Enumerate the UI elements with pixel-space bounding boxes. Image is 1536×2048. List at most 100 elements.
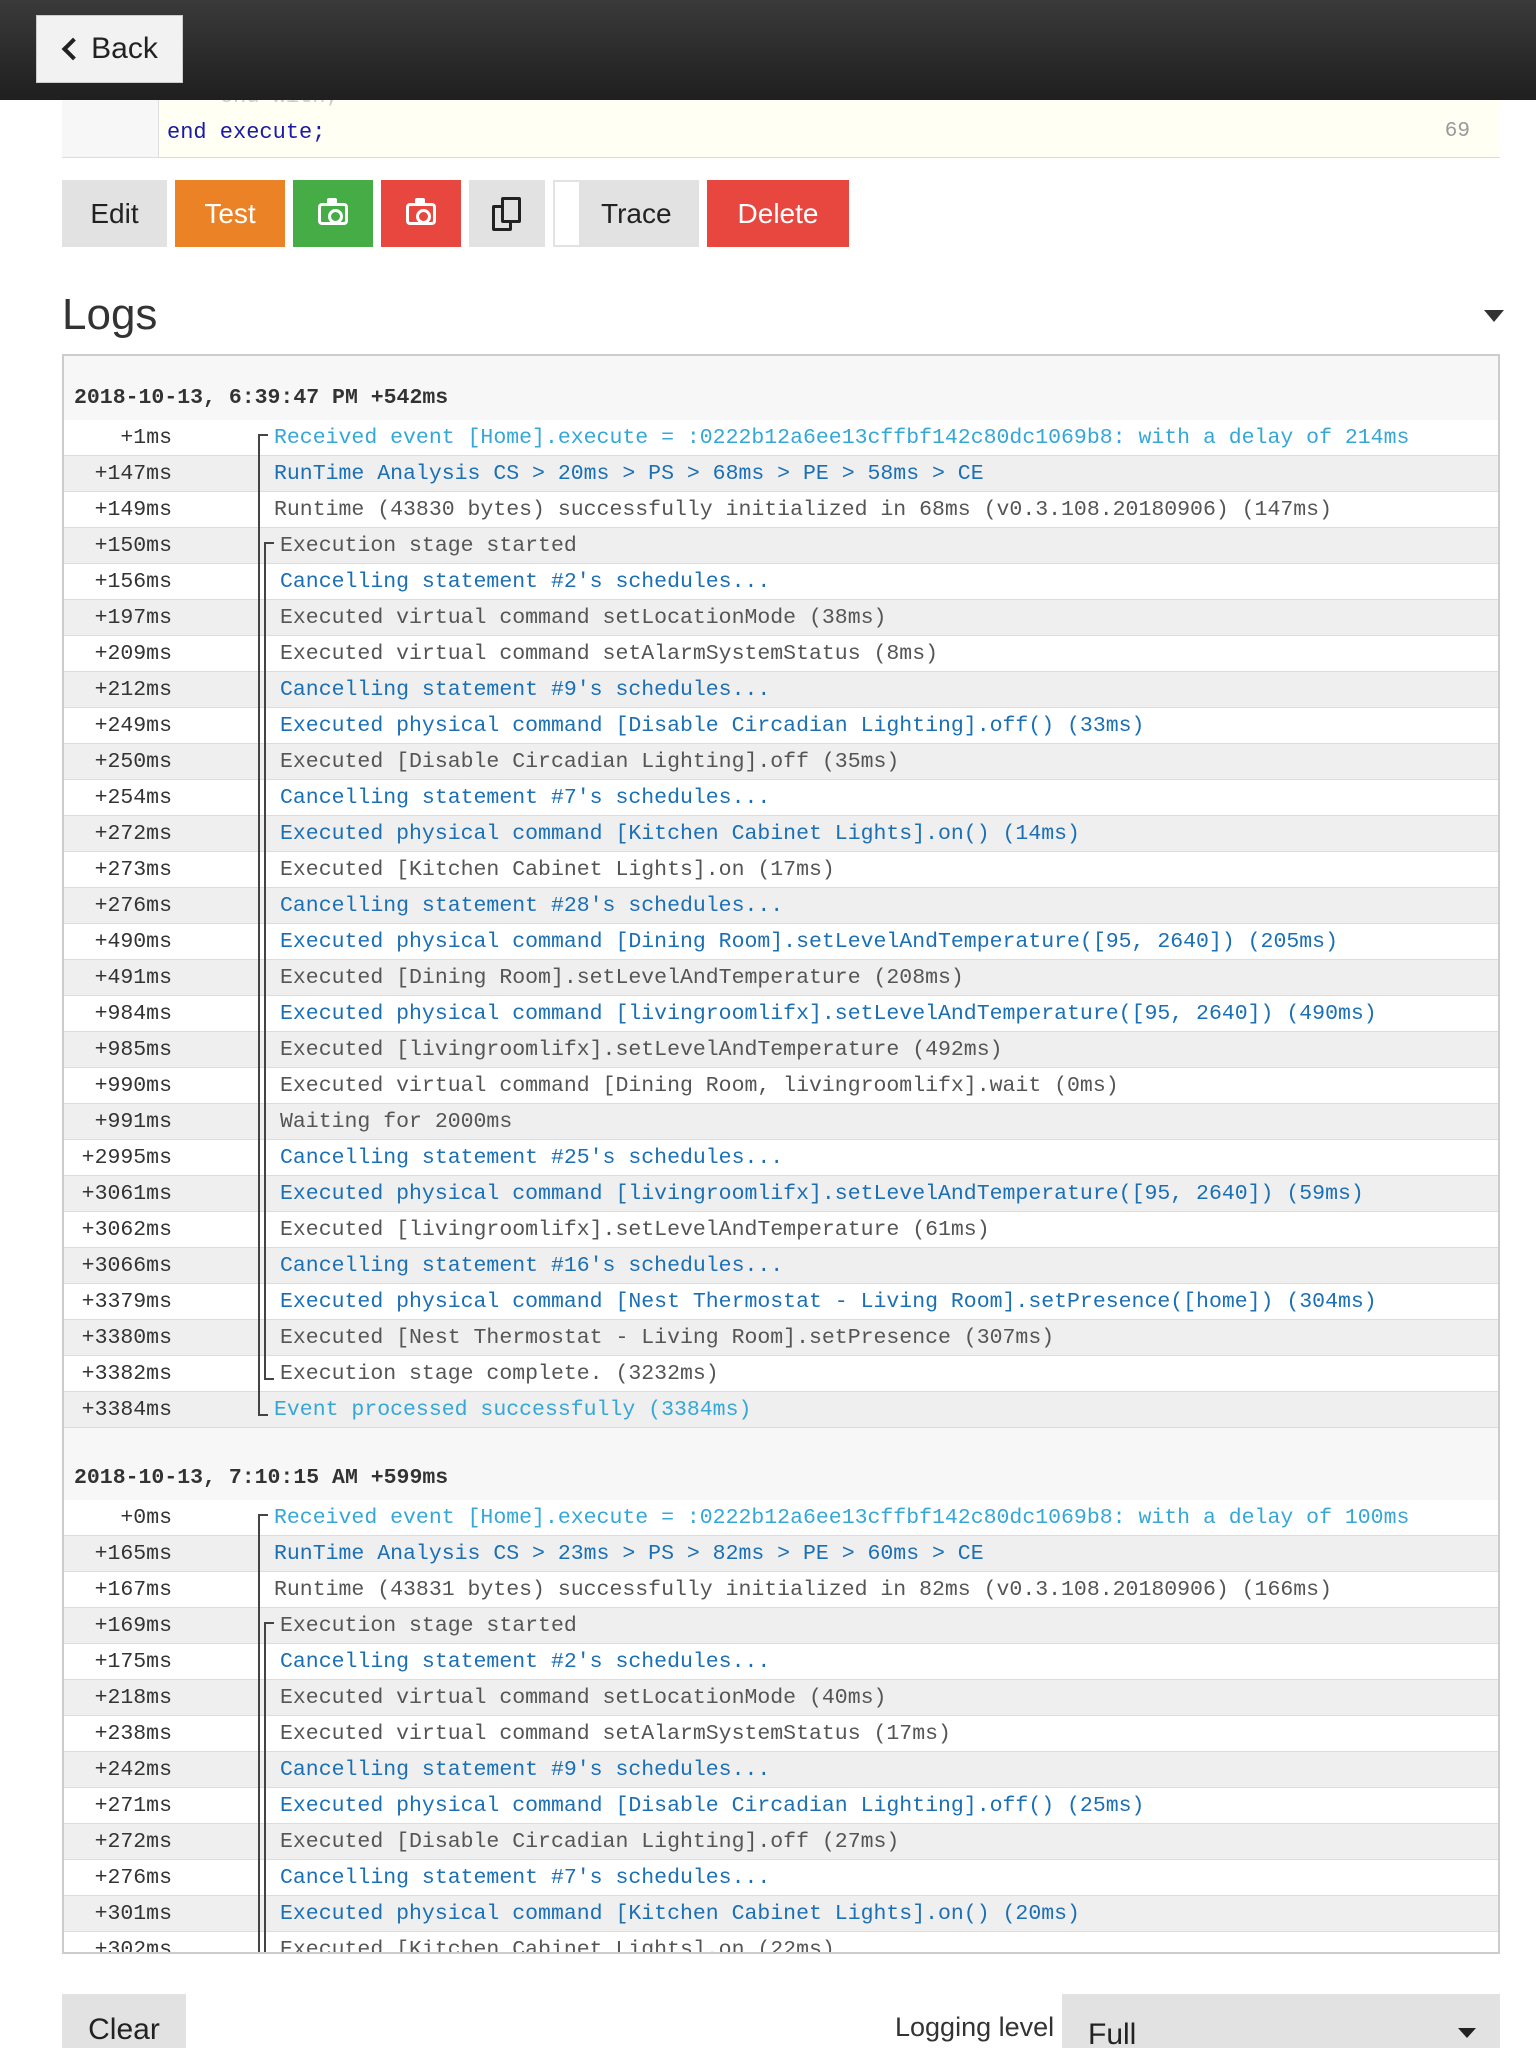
log-message: Cancelling statement #2's schedules... (280, 1650, 771, 1674)
edit-button[interactable]: Edit (62, 180, 167, 247)
log-entry: +984ms Executed physical command [livingr… (64, 996, 1498, 1032)
log-entry: +150ms Execution stage started (64, 528, 1498, 564)
log-timestamp: +238ms (94, 1722, 172, 1746)
code-line: end execute; (167, 120, 326, 145)
log-timestamp: +3379ms (81, 1290, 172, 1314)
log-message: Executed virtual command setLocationMode… (280, 1686, 887, 1710)
logging-level-label: Logging level (895, 2012, 1055, 2042)
camera-icon (318, 197, 348, 225)
log-timestamp: +273ms (94, 858, 172, 882)
log-message: Executed [Disable Circadian Lighting].of… (280, 1830, 900, 1854)
trace-button-label: Trace (601, 197, 672, 229)
log-entry: +3066ms Cancelling statement #16's schedu… (64, 1248, 1498, 1284)
chevron-down-icon (1458, 2028, 1476, 2038)
log-entry: +254ms Cancelling statement #7's schedule… (64, 780, 1498, 816)
code-editor[interactable]: 68 end with; 69 end execute; (62, 100, 1500, 158)
log-entry: +990ms Executed virtual command [Dining R… (64, 1068, 1498, 1104)
log-panel[interactable]: 2018-10-13, 6:39:47 PM +542ms +1ms Receive… (62, 354, 1500, 1954)
log-entry: +991ms Waiting for 2000ms (64, 1104, 1498, 1140)
log-timestamp: +1ms (120, 426, 172, 450)
log-timestamp: +3380ms (81, 1326, 172, 1350)
snapshot-red-button[interactable] (381, 180, 461, 247)
log-entry: +3380ms Executed [Nest Thermostat - Livin… (64, 1320, 1498, 1356)
log-timestamp: +991ms (94, 1110, 172, 1134)
snapshot-green-button[interactable] (293, 180, 373, 247)
duplicate-button[interactable] (469, 180, 545, 247)
log-message: Executed physical command [Kitchen Cabin… (280, 822, 1080, 846)
log-message: Executed [livingroomlifx].setLevelAndTem… (280, 1038, 1003, 1062)
log-message: Cancelling statement #16's schedules... (280, 1254, 784, 1278)
log-message: Cancelling statement #25's schedules... (280, 1146, 784, 1170)
log-timestamp: +985ms (94, 1038, 172, 1062)
log-message: RunTime Analysis CS > 23ms > PS > 82ms >… (274, 1542, 984, 1566)
log-timestamp: +175ms (94, 1650, 172, 1674)
log-message: Executed [Kitchen Cabinet Lights].on (22… (280, 1938, 835, 1954)
log-message: Waiting for 2000ms (280, 1110, 513, 1134)
log-message: Execution stage complete. (3232ms) (280, 1362, 719, 1386)
logging-level-select[interactable]: Full (1062, 1994, 1500, 2048)
logs-collapse-caret-icon[interactable] (1484, 310, 1504, 322)
log-message: Cancelling statement #7's schedules... (280, 1866, 771, 1890)
log-message: Executed [livingroomlifx].setLevelAndTem… (280, 1218, 990, 1242)
chevron-left-icon (61, 37, 85, 61)
log-timestamp: +150ms (94, 534, 172, 558)
test-button[interactable]: Test (175, 180, 285, 247)
log-timestamp: +3062ms (81, 1218, 172, 1242)
log-message: Executed physical command [Kitchen Cabin… (280, 1902, 1080, 1926)
log-timestamp: +276ms (94, 1866, 172, 1890)
log-message: Cancelling statement #28's schedules... (280, 894, 784, 918)
log-message: Executed [Kitchen Cabinet Lights].on (17… (280, 858, 835, 882)
log-entry: +249ms Executed physical command [Disable… (64, 708, 1498, 744)
log-timestamp: +149ms (94, 498, 172, 522)
log-entry: +175ms Cancelling statement #2's schedule… (64, 1644, 1498, 1680)
delete-button[interactable]: Delete (707, 180, 849, 247)
log-message: Received event [Home].execute = :0222b12… (274, 1506, 1410, 1530)
line-number: 68 (1445, 100, 1470, 107)
log-message: Executed virtual command setLocationMode… (280, 606, 887, 630)
log-message: Execution stage started (280, 534, 577, 558)
top-bar: Back (0, 0, 1536, 100)
log-entry: +3379ms Executed physical command [Nest T… (64, 1284, 1498, 1320)
log-timestamp: +0ms (120, 1506, 172, 1530)
log-entry: +0ms Received event [Home].execute = :022… (64, 1500, 1498, 1536)
log-entry: +209ms Executed virtual command setAlarmS… (64, 636, 1498, 672)
log-timestamp: +3061ms (81, 1182, 172, 1206)
piston-toolbar: Edit Test Trace Delete (62, 180, 857, 247)
line-gutter (62, 100, 159, 157)
log-entry: +490ms Executed physical command [Dining … (64, 924, 1498, 960)
log-timestamp: +272ms (94, 822, 172, 846)
log-message: Cancelling statement #9's schedules... (280, 678, 771, 702)
log-entry: +169ms Execution stage started (64, 1608, 1498, 1644)
trace-toggle-button[interactable]: Trace (553, 180, 699, 247)
log-message: Cancelling statement #7's schedules... (280, 786, 771, 810)
log-message: Executed [Nest Thermostat - Living Room]… (280, 1326, 1055, 1350)
copy-icon (492, 196, 522, 231)
log-entry: +272ms Executed [Disable Circadian Lighti… (64, 1824, 1498, 1860)
back-button[interactable]: Back (36, 15, 183, 83)
log-entry: +276ms Cancelling statement #7's schedule… (64, 1860, 1498, 1896)
log-message: Executed virtual command setAlarmSystemS… (280, 1722, 951, 1746)
clear-logs-button[interactable]: Clear (62, 1994, 186, 2048)
log-timestamp: +3384ms (81, 1398, 172, 1422)
log-entry: +272ms Executed physical command [Kitchen… (64, 816, 1498, 852)
log-timestamp: +209ms (94, 642, 172, 666)
log-message: Received event [Home].execute = :0222b12… (274, 426, 1410, 450)
log-entry: +301ms Executed physical command [Kitchen… (64, 1896, 1498, 1932)
log-message: RunTime Analysis CS > 20ms > PS > 68ms >… (274, 462, 984, 486)
log-timestamp: +3382ms (81, 1362, 172, 1386)
log-message: Executed virtual command [Dining Room, l… (280, 1074, 1119, 1098)
log-message: Runtime (43830 bytes) successfully initi… (274, 498, 1332, 522)
log-entry: +273ms Executed [Kitchen Cabinet Lights].… (64, 852, 1498, 888)
log-entry: +156ms Cancelling statement #2's schedule… (64, 564, 1498, 600)
log-message: Cancelling statement #2's schedules... (280, 570, 771, 594)
log-entry: +1ms Received event [Home].execute = :022… (64, 420, 1498, 456)
log-entry: +197ms Executed virtual command setLocati… (64, 600, 1498, 636)
log-message: Runtime (43831 bytes) successfully initi… (274, 1578, 1332, 1602)
log-timestamp: +276ms (94, 894, 172, 918)
log-entry: +149ms Runtime (43830 bytes) successfully… (64, 492, 1498, 528)
log-timestamp: +218ms (94, 1686, 172, 1710)
log-entry: +212ms Cancelling statement #9's schedule… (64, 672, 1498, 708)
log-entry: +276ms Cancelling statement #28's schedul… (64, 888, 1498, 924)
log-message: Execution stage started (280, 1614, 577, 1638)
log-entry: +250ms Executed [Disable Circadian Lighti… (64, 744, 1498, 780)
